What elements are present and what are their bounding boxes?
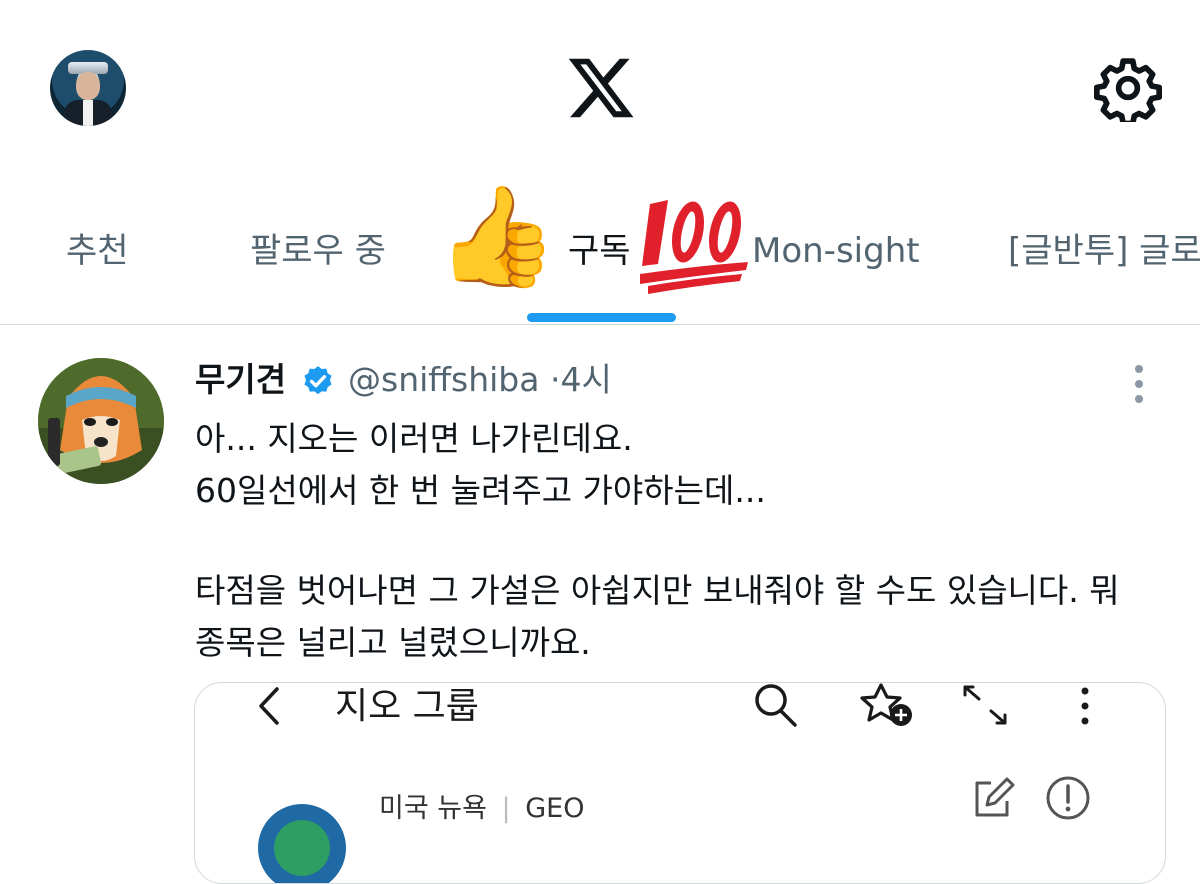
profile-avatar[interactable] [50,50,126,126]
more-options-icon[interactable] [1124,362,1154,406]
tweet-media-image[interactable]: 지오 그룹 미국 뉴욕 | GEO [194,682,1166,884]
alert-icon [1046,776,1090,820]
author-handle-meta: @sniffshiba ·4시 [348,358,612,402]
post-time[interactable]: 4시 [560,360,611,399]
verified-badge-icon [304,366,332,395]
hundred-points-sticker [640,200,748,294]
meta-separator: · [549,360,561,399]
author-handle[interactable]: @sniffshiba [348,360,539,399]
active-tab-indicator [527,313,676,322]
author-name[interactable]: 무기견 [195,358,286,402]
embed-title: 지오 그룹 [335,686,479,727]
tweet-text-line: 타점을 벗어나면 그 가설은 아쉽지만 보내줘야 할 수도 있습니다. 뭐 [195,571,1120,610]
more-vert-icon [1081,687,1089,725]
tab-subscribed[interactable]: 구독 [568,228,631,274]
embed-ticker: GEO [525,793,585,824]
tweet-text-line: 아... 지오는 이러면 나가린데요. [195,419,633,458]
back-arrow-icon [259,687,279,725]
embed-divider: | [501,793,511,824]
tab-recommended[interactable]: 추천 [66,228,129,274]
embed-location: 미국 뉴욕 [379,793,487,824]
tab-list[interactable]: [글반투] 글로 [1008,228,1200,274]
author-avatar[interactable] [38,358,164,484]
tabs-divider [0,324,1200,325]
thumbs-up-sticker: 👍 [436,180,559,294]
expand-icon [963,685,1007,725]
tab-following[interactable]: 팔로우 중 [250,228,386,274]
tab-mon-sight[interactable]: Mon-sight [752,228,920,274]
search-icon [755,684,797,727]
gear-icon[interactable] [1094,54,1162,122]
star-add-icon [860,683,912,726]
x-logo-icon[interactable] [565,52,637,124]
tweet-text-line: 종목은 널리고 널렸으니까요. [195,623,591,662]
edit-icon [975,777,1015,817]
company-logo [258,804,346,883]
tweet-text-line: 60일선에서 한 번 눌려주고 가야하는데... [195,471,766,510]
embed-subtitle: 미국 뉴욕 | GEO [379,791,584,827]
